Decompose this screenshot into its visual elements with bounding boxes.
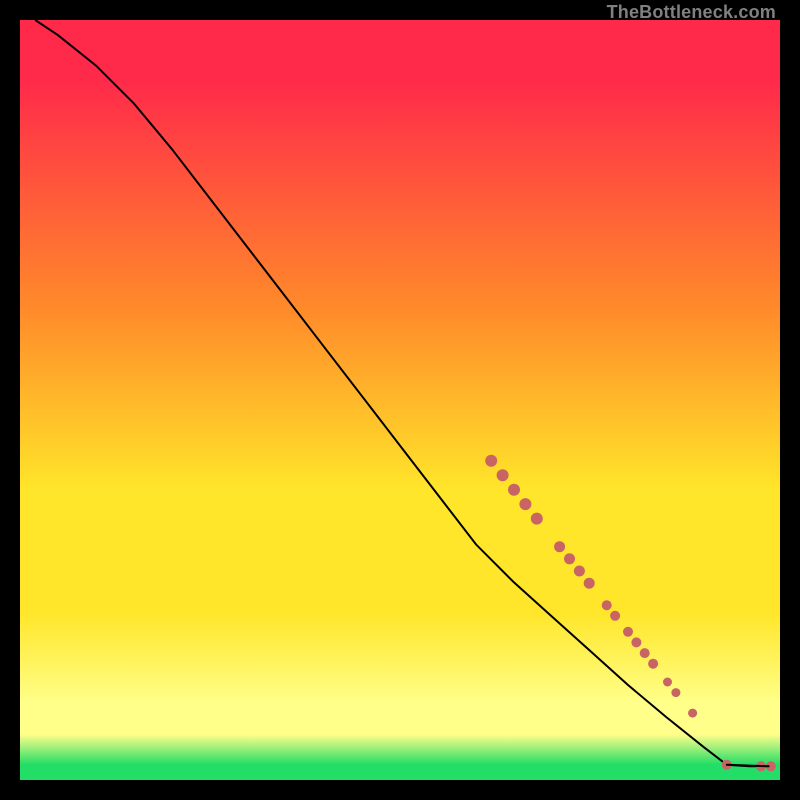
data-dot xyxy=(508,484,520,496)
data-dot xyxy=(663,678,672,687)
data-dot xyxy=(519,498,531,510)
data-dot xyxy=(584,578,595,589)
data-dot xyxy=(564,553,575,564)
data-dot xyxy=(640,648,650,658)
data-dot xyxy=(631,637,641,647)
bottleneck-curve xyxy=(35,20,768,766)
data-dot xyxy=(497,469,509,481)
chart-overlay xyxy=(20,20,780,780)
data-dot xyxy=(602,600,612,610)
data-dots-group xyxy=(485,455,776,772)
data-dot xyxy=(688,709,697,718)
data-dot xyxy=(554,541,565,552)
black-frame: TheBottleneck.com xyxy=(0,0,800,800)
data-dot xyxy=(648,659,658,669)
data-dot xyxy=(671,688,680,697)
data-dot xyxy=(610,611,620,621)
data-dot xyxy=(574,566,585,577)
data-dot xyxy=(623,627,633,637)
data-dot xyxy=(485,455,497,467)
data-dot xyxy=(531,513,543,525)
